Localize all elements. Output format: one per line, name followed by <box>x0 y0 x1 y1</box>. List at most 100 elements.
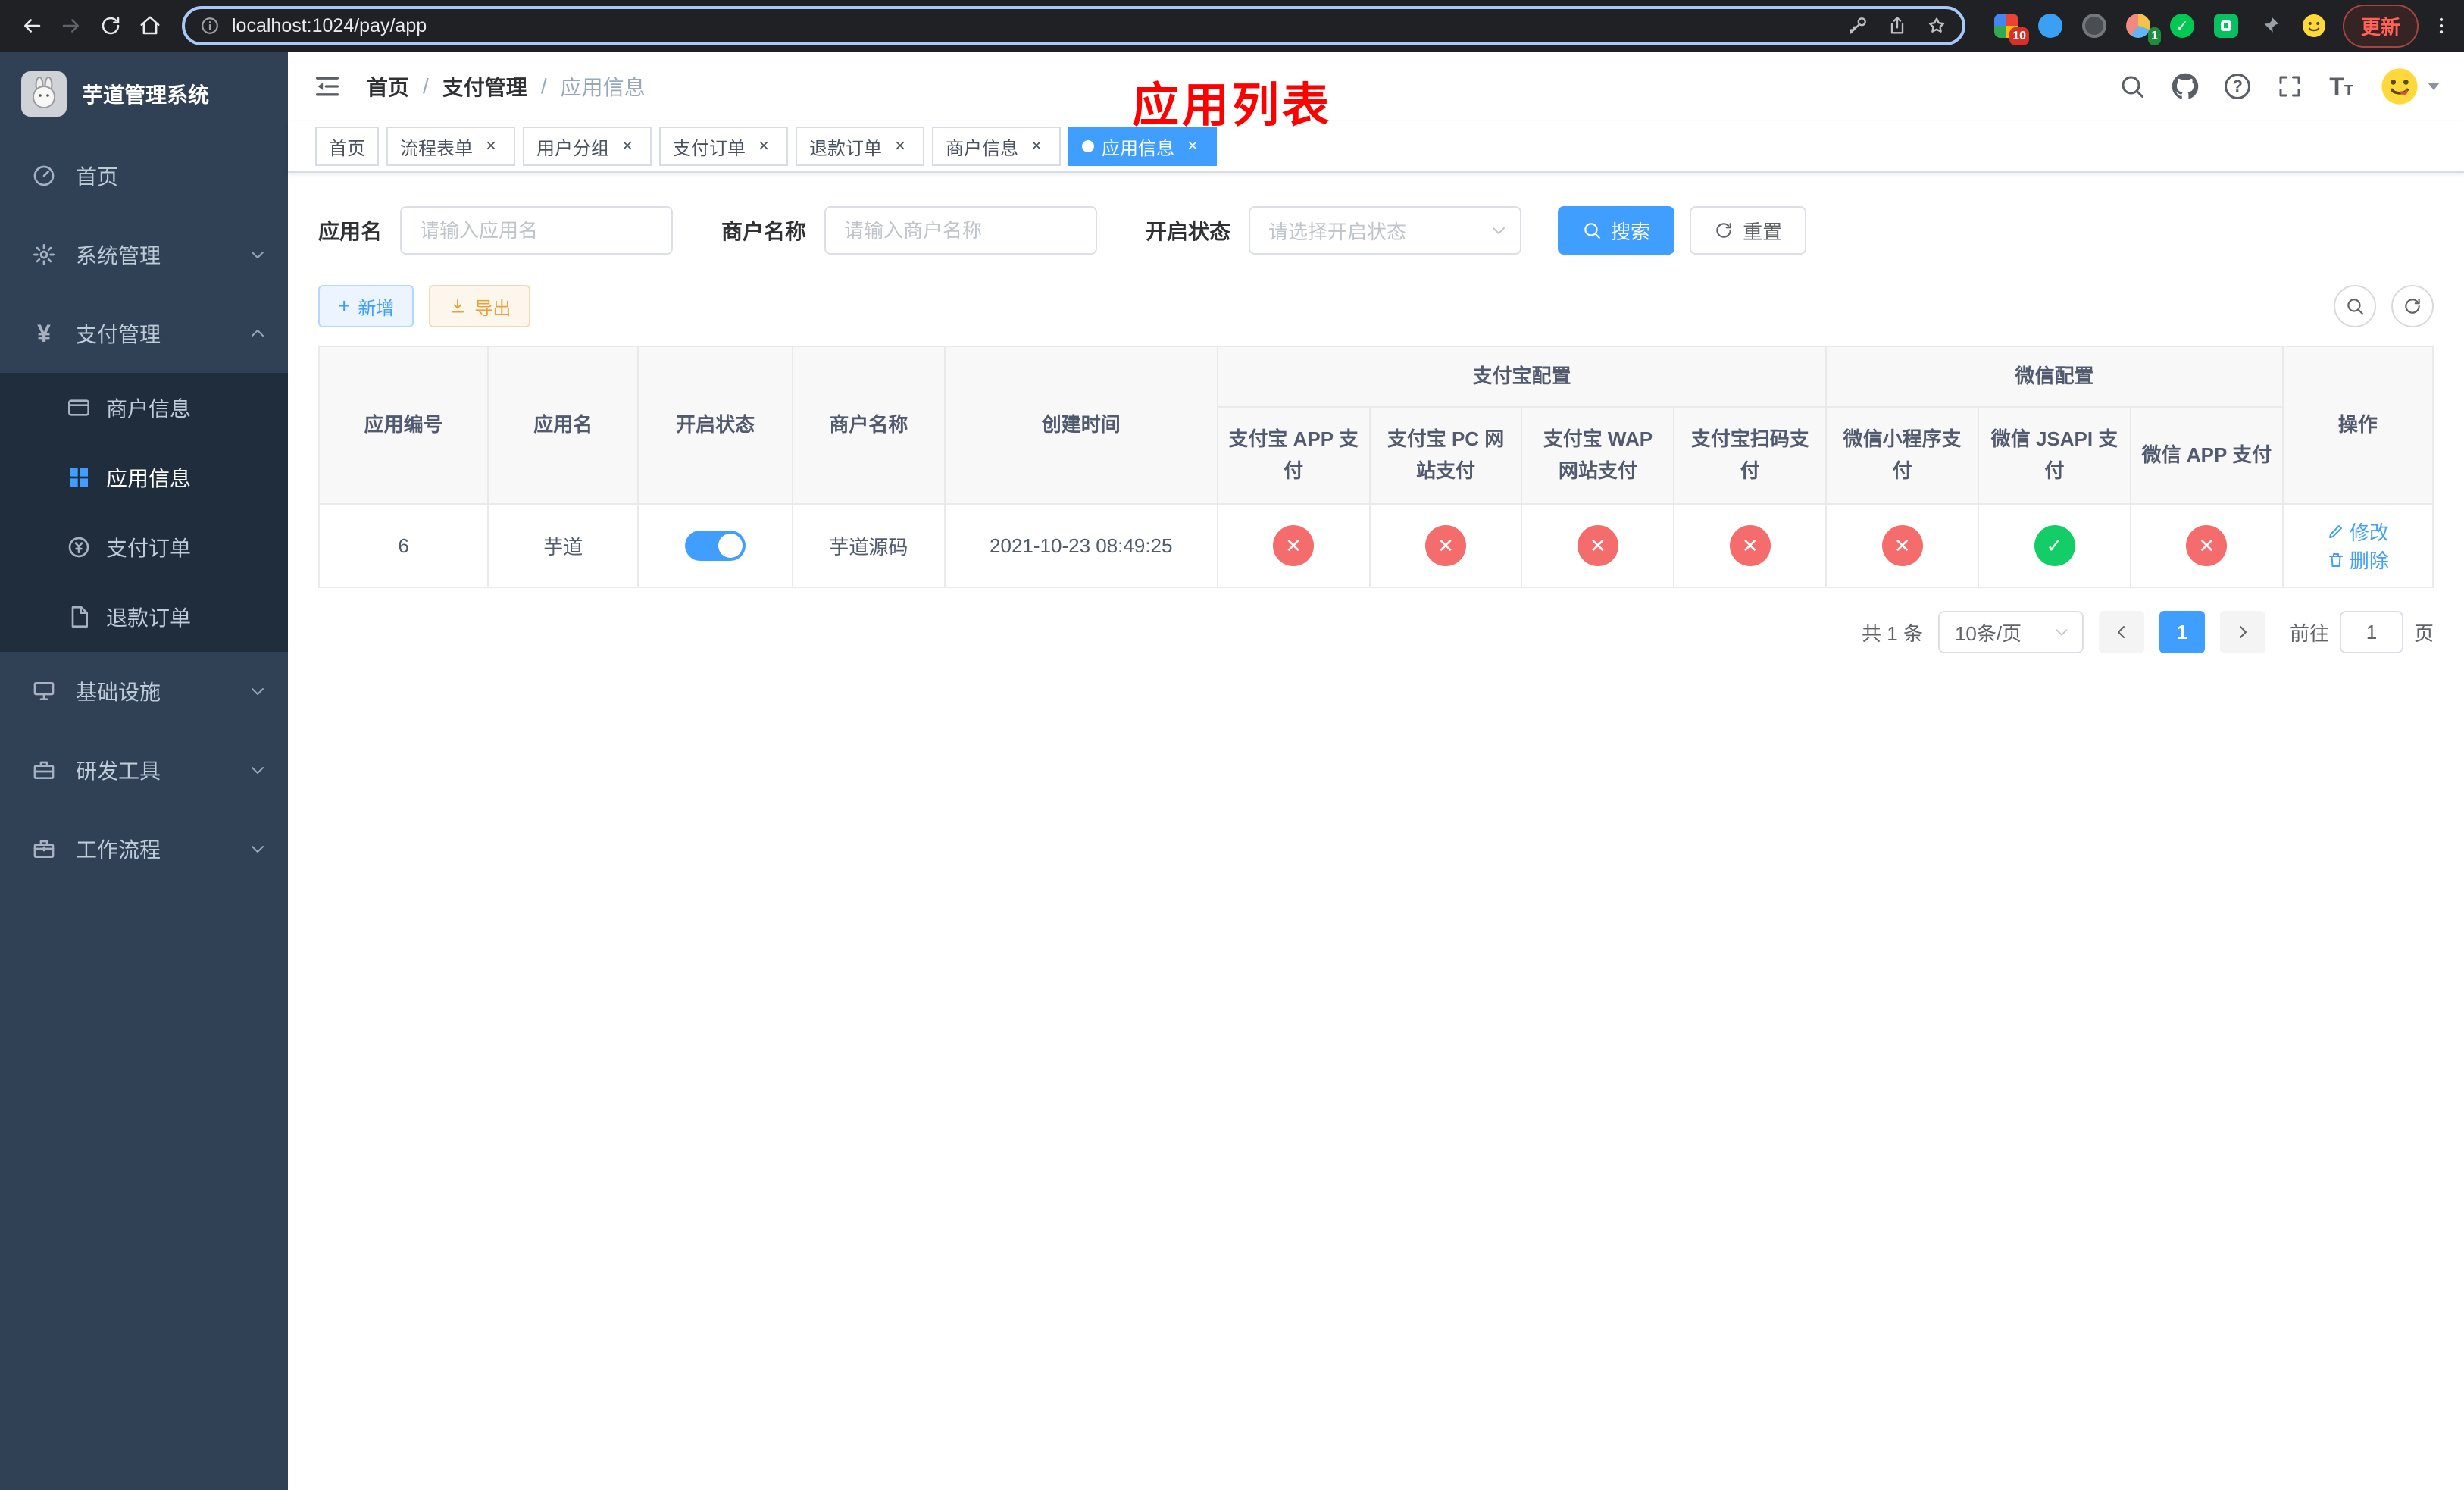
tab-merchant-info[interactable]: 商户信息 × <box>932 127 1061 166</box>
github-icon[interactable] <box>2172 73 2199 100</box>
font-size-icon[interactable]: TT <box>2329 74 2353 99</box>
alipay-pc-status-icon: ✕ <box>1425 525 1467 566</box>
sidebar-item-refund-orders[interactable]: 退款订单 <box>0 582 288 652</box>
home-button[interactable] <box>130 6 170 45</box>
app-logo-row[interactable]: 芋道管理系统 <box>0 52 288 136</box>
dashboard-icon <box>30 164 58 188</box>
goto-suffix: 页 <box>2413 621 2434 645</box>
page-number-button[interactable]: 1 <box>2159 611 2205 653</box>
cell-app-name: 芋道 <box>487 503 639 588</box>
extension-drop-icon[interactable] <box>2037 12 2064 39</box>
sidebar-item-merchant-info[interactable]: 商户信息 <box>0 373 288 443</box>
breadcrumb-current: 应用信息 <box>560 76 646 99</box>
sidebar-fold-icon[interactable] <box>312 71 342 102</box>
chevron-down-icon <box>249 246 267 264</box>
sidebar-item-dev-tools[interactable]: 研发工具 <box>0 731 288 809</box>
close-icon[interactable]: × <box>753 136 774 157</box>
tags-bar: 首页 流程表单 × 用户分组 × 支付订单 × 退款订单 × 商户信息 × 应用信息 × <box>288 121 2464 173</box>
sidebar-item-app-info[interactable]: 应用信息 <box>0 443 288 512</box>
share-icon[interactable] <box>1887 15 1908 36</box>
sidebar-item-home[interactable]: 首页 <box>0 136 288 215</box>
credit-card-icon <box>67 396 91 420</box>
close-icon[interactable]: × <box>480 136 502 157</box>
goto-page-input[interactable] <box>2339 611 2403 653</box>
app-title: 芋道管理系统 <box>82 83 210 107</box>
help-icon[interactable]: ? <box>2225 74 2251 99</box>
page-size-select[interactable]: 10条/页 <box>1937 611 2084 653</box>
tab-payment-orders[interactable]: 支付订单 × <box>659 127 788 166</box>
fullscreen-icon[interactable] <box>2276 73 2303 100</box>
password-key-icon[interactable] <box>1847 15 1868 36</box>
extension-chat-icon[interactable] <box>2212 12 2240 39</box>
forward-button[interactable] <box>52 6 91 45</box>
toggle-search-button[interactable] <box>2334 285 2376 327</box>
extension-grid-icon[interactable]: 10 <box>1993 12 2029 45</box>
sidebar-item-system[interactable]: 系统管理 <box>0 215 288 294</box>
status-label: 开启状态 <box>1146 220 1231 243</box>
column-header: 操作 <box>2281 346 2434 505</box>
bookmark-star-icon[interactable] <box>1926 15 1947 36</box>
status-toggle[interactable] <box>685 531 746 561</box>
alipay-app-status-icon: ✕ <box>1273 525 1315 566</box>
site-info-icon[interactable] <box>200 16 220 36</box>
tab-user-group[interactable]: 用户分组 × <box>523 127 652 166</box>
extension-pin-icon[interactable] <box>2256 12 2284 39</box>
pencil-icon <box>2328 525 2342 538</box>
reload-button[interactable] <box>91 6 130 45</box>
extension-badge: 1 <box>2148 27 2161 45</box>
tab-refund-orders[interactable]: 退款订单 × <box>796 127 924 166</box>
export-button[interactable]: 导出 <box>429 285 531 327</box>
server-icon <box>30 679 58 703</box>
close-icon[interactable]: × <box>890 136 911 157</box>
sidebar-item-payment-orders[interactable]: 支付订单 <box>0 512 288 582</box>
toolbox-icon <box>30 758 58 782</box>
next-page-button[interactable] <box>2219 611 2265 653</box>
refresh-icon <box>2405 299 2420 314</box>
chevron-left-icon <box>2117 626 2125 638</box>
active-dot <box>1082 140 1094 152</box>
prev-page-button[interactable] <box>2098 611 2144 653</box>
user-avatar[interactable] <box>2379 66 2440 107</box>
breadcrumb-home[interactable]: 首页 <box>367 71 409 102</box>
back-button[interactable] <box>12 6 52 45</box>
sidebar-item-infrastructure[interactable]: 基础设施 <box>0 652 288 731</box>
extension-circle-icon[interactable]: 1 <box>2125 12 2161 45</box>
search-button[interactable]: 搜索 <box>1558 206 1675 255</box>
tab-process-form[interactable]: 流程表单 × <box>386 127 515 166</box>
status-select[interactable]: 请选择开启状态 <box>1249 206 1522 255</box>
merchant-name-input[interactable] <box>824 206 1098 255</box>
alipay-wap-status-icon: ✕ <box>1577 525 1618 566</box>
close-icon[interactable]: × <box>1182 136 1203 157</box>
app-name-input[interactable] <box>400 206 674 255</box>
extension-badge: 10 <box>2009 27 2029 45</box>
close-icon[interactable]: × <box>617 136 638 157</box>
sidebar-item-payment[interactable]: ¥ 支付管理 <box>0 294 288 373</box>
profile-avatar-icon[interactable] <box>2300 12 2328 39</box>
extension-dark-icon[interactable] <box>2081 12 2108 39</box>
add-button[interactable]: + 新增 <box>318 285 414 327</box>
sidebar-item-workflow[interactable]: 工作流程 <box>0 809 288 888</box>
breadcrumb-payment[interactable]: 支付管理 <box>442 71 527 102</box>
yen-icon: ¥ <box>37 320 51 347</box>
header-search-icon[interactable] <box>2118 73 2146 100</box>
search-icon <box>1584 223 1600 239</box>
payment-submenu: 商户信息 应用信息 支付订单 退款订单 <box>0 373 288 652</box>
browser-menu-icon[interactable] <box>2431 15 2452 36</box>
chevron-down-icon <box>2428 83 2440 90</box>
refresh-icon <box>1716 223 1731 238</box>
reset-button[interactable]: 重置 <box>1690 206 1807 255</box>
extension-green-check-icon[interactable]: ✓ <box>2169 12 2196 39</box>
delete-button[interactable]: 删除 <box>2327 546 2389 574</box>
browser-update-button[interactable]: 更新 <box>2342 4 2419 48</box>
edit-button[interactable]: 修改 <box>2327 518 2389 546</box>
group-header-wechat: 微信配置 <box>1825 346 2284 408</box>
column-header: 支付宝 APP 支付 <box>1216 406 1371 505</box>
briefcase-icon <box>30 837 58 861</box>
pay-order-icon <box>67 535 91 559</box>
table-toolbar: + 新增 导出 <box>318 285 2434 327</box>
wx-jsapi-status-icon: ✓ <box>2034 525 2075 566</box>
tab-home[interactable]: 首页 <box>315 127 379 166</box>
refresh-table-button[interactable] <box>2391 285 2434 327</box>
address-bar[interactable]: localhost:1024/pay/app <box>182 6 1965 45</box>
close-icon[interactable]: × <box>1026 136 1047 157</box>
